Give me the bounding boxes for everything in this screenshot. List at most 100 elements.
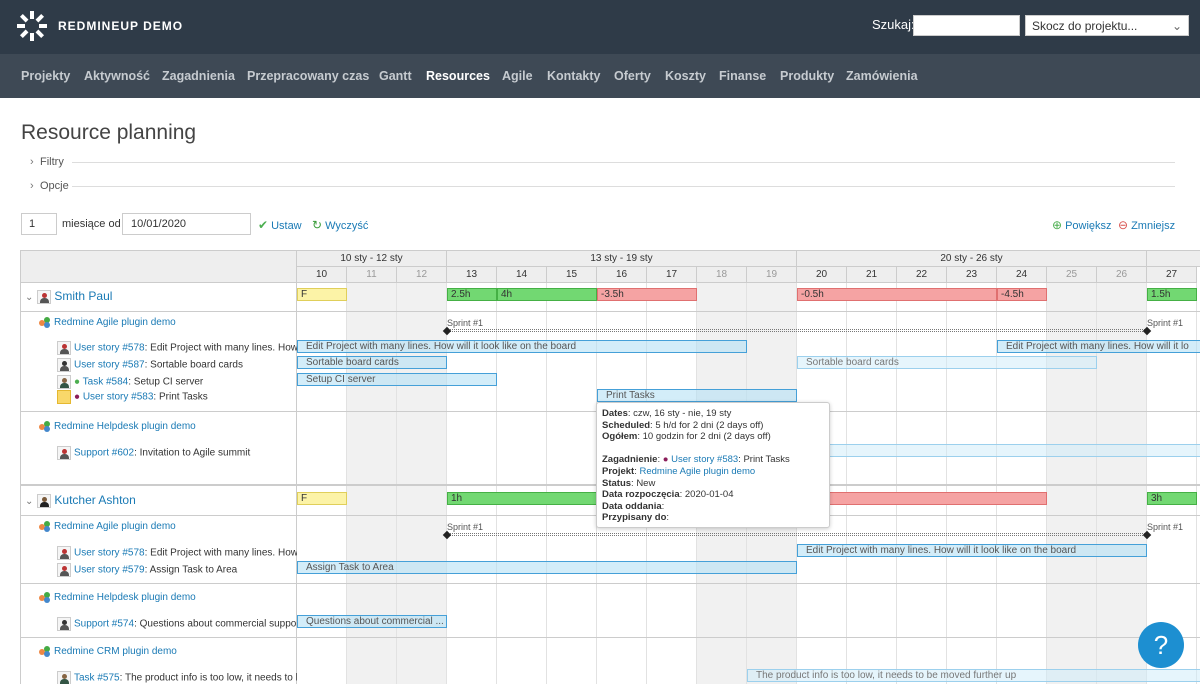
project-link[interactable]: Redmine CRM plugin demo: [54, 646, 177, 657]
project-link[interactable]: Redmine Helpdesk plugin demo: [54, 421, 196, 432]
day-header: 23: [947, 267, 997, 283]
redmineup-logo[interactable]: [16, 10, 48, 42]
task-bar[interactable]: Print Tasks: [597, 389, 797, 402]
issue-row[interactable]: User story #578: Edit Project with many …: [21, 546, 297, 560]
page-title: Resource planning: [21, 121, 197, 144]
project-row[interactable]: Redmine Agile plugin demo: [21, 317, 297, 328]
menu-item-przepracowany-czas[interactable]: Przepracowany czas: [247, 69, 369, 83]
task-bar[interactable]: Sortable board cards: [297, 356, 447, 369]
project-row[interactable]: Redmine Agile plugin demo: [21, 521, 297, 532]
project-row[interactable]: Redmine Helpdesk plugin demo: [21, 592, 297, 603]
issue-row[interactable]: ● User story #583: Print Tasks: [21, 390, 297, 404]
task-bar[interactable]: [797, 444, 1200, 457]
day-header: 11: [347, 267, 397, 283]
help-button[interactable]: ?: [1138, 622, 1184, 668]
day-header: 14: [497, 267, 547, 283]
day-header: 17: [647, 267, 697, 283]
menu-item-zamowienia[interactable]: Zamówienia: [846, 69, 918, 83]
zoom-out-button[interactable]: ⊖ Zmniejsz: [1118, 218, 1175, 232]
date-from-input[interactable]: 10/01/2020: [122, 213, 251, 235]
tooltip-scheduled: Scheduled: 5 h/d for 2 dni (2 days off): [602, 419, 764, 431]
load-bar[interactable]: 4h: [497, 288, 597, 301]
tooltip-project-link[interactable]: Redmine Agile plugin demo: [640, 466, 756, 477]
load-bar[interactable]: [797, 492, 1047, 505]
user-name[interactable]: Kutcher Ashton: [54, 493, 135, 507]
issue-link[interactable]: Support #574: [74, 619, 134, 630]
issue-link[interactable]: User story #583: [83, 392, 154, 403]
project-row[interactable]: Redmine CRM plugin demo: [21, 646, 297, 657]
task-bar[interactable]: Edit Project with many lines. How will i…: [997, 340, 1200, 353]
menu-item-produkty[interactable]: Produkty: [780, 69, 834, 83]
day-header: 27: [1147, 267, 1197, 283]
task-bar[interactable]: Assign Task to Area: [297, 561, 797, 574]
task-bar[interactable]: Edit Project with many lines. How will i…: [297, 340, 747, 353]
task-bar[interactable]: Edit Project with many lines. How will i…: [797, 544, 1147, 557]
user-row[interactable]: ⌄ Kutcher Ashton: [21, 493, 297, 508]
task-bar[interactable]: Setup CI server: [297, 373, 497, 386]
issue-row[interactable]: User story #587: Sortable board cards: [21, 358, 297, 372]
menu-item-resources[interactable]: Resources: [426, 69, 490, 83]
project-jump-label: Skocz do projektu...: [1032, 19, 1138, 33]
search-input[interactable]: [913, 15, 1020, 36]
menu-item-kontakty[interactable]: Kontakty: [547, 69, 600, 83]
issue-link[interactable]: User story #578: [74, 548, 145, 559]
load-bar[interactable]: 2.5h: [447, 288, 497, 301]
sprint-label: Sprint #1: [1147, 318, 1184, 328]
user-row[interactable]: ⌄ Smith Paul: [21, 289, 297, 304]
avatar: [57, 390, 71, 404]
project-link[interactable]: Redmine Helpdesk plugin demo: [54, 592, 196, 603]
load-bar[interactable]: 1h: [447, 492, 597, 505]
project-jump-select[interactable]: Skocz do projektu... ⌄: [1025, 15, 1189, 36]
task-bar[interactable]: The product info is too low, it needs to…: [747, 669, 1200, 682]
user-name[interactable]: Smith Paul: [54, 289, 112, 303]
issue-link[interactable]: Support #602: [74, 448, 134, 459]
app-title[interactable]: REDMINEUP DEMO: [58, 19, 183, 33]
issue-row[interactable]: Support #602: Invitation to Agile summit: [21, 446, 297, 460]
project-link[interactable]: Redmine Agile plugin demo: [54, 317, 176, 328]
apply-button[interactable]: ✔ Ustaw: [258, 218, 302, 232]
months-input[interactable]: 1: [21, 213, 57, 235]
menu-item-zagadnienia[interactable]: Zagadnienia: [162, 69, 235, 83]
zoom-in-button[interactable]: ⊕ Powiększ: [1052, 218, 1112, 232]
avatar: [57, 546, 71, 560]
issue-link[interactable]: User story #587: [74, 360, 145, 371]
task-bar[interactable]: Sortable board cards: [797, 356, 1097, 369]
project-row[interactable]: Redmine Helpdesk plugin demo: [21, 421, 297, 432]
issue-subject: : Invitation to Agile summit: [134, 447, 251, 459]
issue-row[interactable]: User story #578: Edit Project with many …: [21, 341, 297, 355]
issue-row[interactable]: Support #574: Questions about commercial…: [21, 617, 297, 631]
issue-row[interactable]: ● Task #584: Setup CI server: [21, 375, 297, 389]
menu-item-aktywnosc[interactable]: Aktywność: [84, 69, 150, 83]
load-bar[interactable]: -0.5h: [797, 288, 997, 301]
load-bar[interactable]: 3h: [1147, 492, 1197, 505]
menu-item-gantt[interactable]: Gantt: [379, 69, 412, 83]
issue-link[interactable]: User story #578: [74, 343, 145, 354]
chevron-down-icon[interactable]: ⌄: [25, 292, 33, 303]
load-bar[interactable]: 1.5h: [1147, 288, 1197, 301]
options-toggle[interactable]: › Opcje: [30, 180, 69, 192]
task-bar[interactable]: Questions about commercial ...: [297, 615, 447, 628]
filters-toggle[interactable]: › Filtry: [30, 156, 64, 168]
day-header: 18: [697, 267, 747, 283]
load-bar[interactable]: F: [297, 492, 347, 505]
chevron-down-icon[interactable]: ⌄: [25, 496, 33, 507]
menu-item-agile[interactable]: Agile: [502, 69, 533, 83]
issue-row[interactable]: Task #575: The product info is too low, …: [21, 671, 297, 684]
load-bar[interactable]: -3.5h: [597, 288, 697, 301]
menu-item-koszty[interactable]: Koszty: [665, 69, 706, 83]
tooltip-issue-link[interactable]: User story #583: [671, 454, 738, 465]
project-link[interactable]: Redmine Agile plugin demo: [54, 521, 176, 532]
load-bar[interactable]: F: [297, 288, 347, 301]
issue-link[interactable]: Task #575: [74, 673, 120, 684]
clear-button[interactable]: ↻ Wyczyść: [312, 218, 368, 232]
menu-item-projekty[interactable]: Projekty: [21, 69, 70, 83]
tooltip-due: Data oddania:: [602, 500, 665, 512]
menu-item-finanse[interactable]: Finanse: [719, 69, 766, 83]
menu-item-oferty[interactable]: Oferty: [614, 69, 651, 83]
issue-link[interactable]: Task #584: [83, 377, 129, 388]
issue-row[interactable]: User story #579: Assign Task to Area: [21, 563, 297, 577]
search-label: Szukaj:: [872, 17, 915, 32]
issue-link[interactable]: User story #579: [74, 565, 145, 576]
load-bar[interactable]: -4.5h: [997, 288, 1047, 301]
week-header: [1147, 251, 1200, 267]
